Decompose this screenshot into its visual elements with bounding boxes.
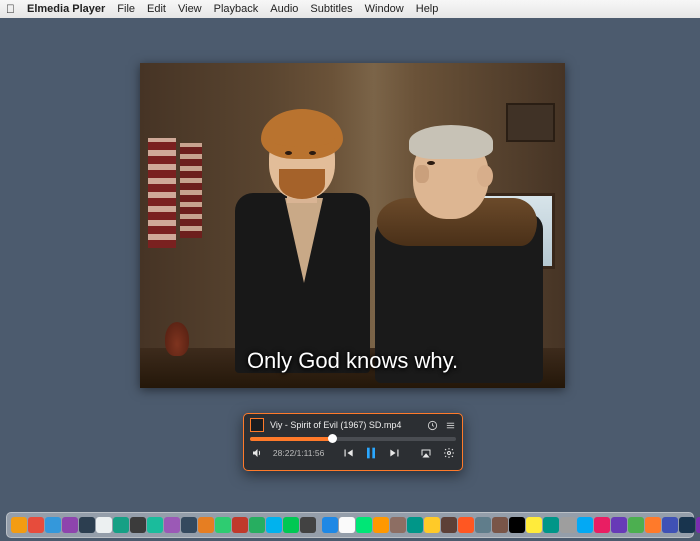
dock-app-23[interactable] [407, 517, 423, 533]
dock-app-21[interactable] [373, 517, 389, 533]
dock-app-39[interactable] [679, 517, 695, 533]
dock-app-38[interactable] [662, 517, 678, 533]
prev-button[interactable] [340, 445, 355, 461]
dock-app-25[interactable] [441, 517, 457, 533]
dock-app-19[interactable] [339, 517, 355, 533]
menu-help[interactable]: Help [416, 3, 439, 15]
next-button[interactable] [387, 445, 402, 461]
menu-audio[interactable]: Audio [270, 3, 298, 15]
dock [6, 512, 694, 538]
dock-app-20[interactable] [356, 517, 372, 533]
dock-app-17[interactable] [300, 517, 316, 533]
dock-app-1[interactable] [28, 517, 44, 533]
dock-app-16[interactable] [283, 517, 299, 533]
dock-app-18[interactable] [322, 517, 338, 533]
dock-app-13[interactable] [232, 517, 248, 533]
desktop: Only God knows why. Viy - Spirit of Evil… [0, 18, 700, 541]
subtitle-text: Only God knows why. [140, 348, 565, 374]
seek-bar[interactable] [250, 437, 456, 441]
app-name[interactable]: Elmedia Player [27, 3, 105, 15]
dock-app-34[interactable] [594, 517, 610, 533]
dock-app-32[interactable] [560, 517, 576, 533]
dock-app-12[interactable] [215, 517, 231, 533]
dock-app-37[interactable] [645, 517, 661, 533]
dock-app-11[interactable] [198, 517, 214, 533]
dock-app-22[interactable] [390, 517, 406, 533]
dock-app-6[interactable] [113, 517, 129, 533]
dock-app-7[interactable] [130, 517, 146, 533]
time-display: 28:22/1:11:56 [273, 448, 324, 458]
history-icon[interactable] [426, 419, 438, 431]
dock-app-5[interactable] [96, 517, 112, 533]
playlist-icon[interactable] [444, 419, 456, 431]
dock-app-0[interactable] [11, 517, 27, 533]
dock-app-14[interactable] [249, 517, 265, 533]
menu-window[interactable]: Window [365, 3, 404, 15]
dock-app-28[interactable] [492, 517, 508, 533]
menu-playback[interactable]: Playback [214, 3, 259, 15]
menu-view[interactable]: View [178, 3, 202, 15]
dock-app-33[interactable] [577, 517, 593, 533]
video-frame [140, 63, 565, 388]
dock-app-31[interactable] [543, 517, 559, 533]
airplay-icon[interactable] [418, 445, 433, 461]
menu-edit[interactable]: Edit [147, 3, 166, 15]
dock-app-24[interactable] [424, 517, 440, 533]
dock-app-8[interactable] [147, 517, 163, 533]
dock-app-36[interactable] [628, 517, 644, 533]
video-window[interactable]: Only God knows why. [140, 63, 565, 388]
dock-app-40[interactable] [696, 517, 700, 533]
dock-app-30[interactable] [526, 517, 542, 533]
player-controls: Viy - Spirit of Evil (1967) SD.mp4 28:22… [243, 413, 463, 471]
dock-app-27[interactable] [475, 517, 491, 533]
pause-button[interactable] [363, 445, 379, 461]
volume-icon[interactable] [250, 445, 265, 461]
dock-app-4[interactable] [79, 517, 95, 533]
dock-app-3[interactable] [62, 517, 78, 533]
apple-menu[interactable]:  [6, 3, 15, 15]
now-playing-thumb [250, 418, 264, 432]
dock-app-15[interactable] [266, 517, 282, 533]
dock-app-9[interactable] [164, 517, 180, 533]
dock-app-2[interactable] [45, 517, 61, 533]
menu-subtitles[interactable]: Subtitles [310, 3, 352, 15]
menubar:  Elmedia Player File Edit View Playback… [0, 0, 700, 19]
dock-app-29[interactable] [509, 517, 525, 533]
now-playing-title: Viy - Spirit of Evil (1967) SD.mp4 [270, 420, 420, 430]
dock-app-35[interactable] [611, 517, 627, 533]
dock-app-10[interactable] [181, 517, 197, 533]
settings-icon[interactable] [441, 445, 456, 461]
menu-file[interactable]: File [117, 3, 135, 15]
dock-app-26[interactable] [458, 517, 474, 533]
